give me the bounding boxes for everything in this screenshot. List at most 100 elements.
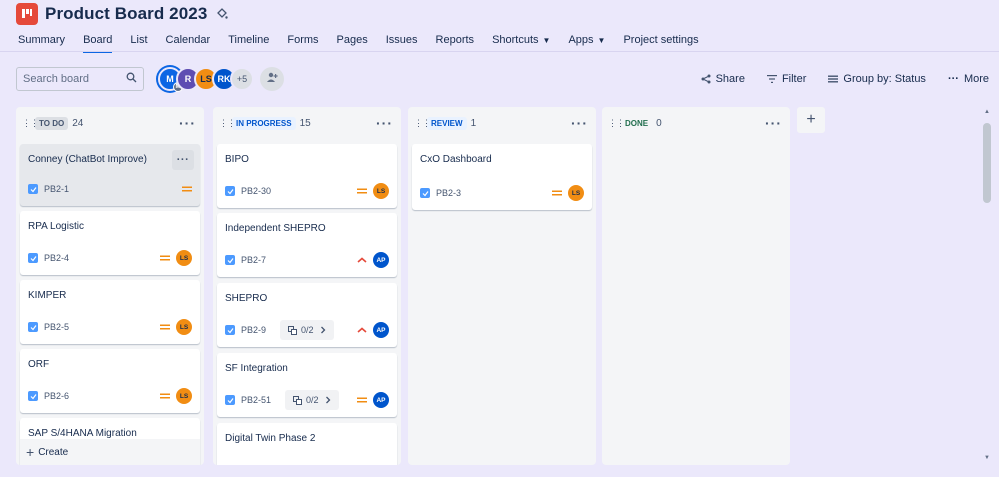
chevron-down-icon: ▼ — [542, 35, 551, 45]
status-lozenge: IN PROGRESS — [232, 116, 296, 130]
issue-card[interactable]: CxO Dashboard PB2-3 LS — [412, 144, 592, 210]
task-type-icon — [225, 325, 235, 335]
issue-key[interactable]: PB2-51 — [241, 395, 271, 405]
issue-key[interactable]: PB2-6 — [44, 391, 69, 401]
member-avatars: MM R LS RK +5 — [158, 67, 284, 92]
issue-key[interactable]: PB2-4 — [44, 253, 69, 263]
column-review: ⋮⋮ REVIEW 1 ··· CxO Dashboard PB2-3 LS — [408, 107, 596, 465]
issue-card[interactable]: Digital Twin Phase 2 — [217, 423, 397, 465]
drag-handle-icon[interactable]: ⋮⋮ — [414, 119, 431, 128]
column-actions-icon[interactable]: ··· — [571, 116, 588, 130]
vertical-scrollbar[interactable]: ▲ ▼ — [981, 107, 993, 463]
drag-handle-icon[interactable]: ⋮⋮ — [219, 119, 236, 128]
paint-bucket-icon[interactable] — [216, 8, 229, 20]
assignee-avatar[interactable]: LS — [373, 183, 389, 199]
plus-icon: + — [26, 444, 35, 460]
issue-key[interactable]: PB2-30 — [241, 186, 271, 196]
issue-key[interactable]: PB2-3 — [436, 188, 461, 198]
add-column-button[interactable]: + — [797, 107, 825, 133]
issue-key[interactable]: PB2-5 — [44, 322, 69, 332]
ellipsis-icon: ··· — [947, 73, 959, 85]
assignee-avatar[interactable]: AP — [373, 252, 389, 268]
plus-icon: + — [806, 111, 816, 128]
issue-key[interactable]: PB2-1 — [44, 184, 69, 194]
priority-medium-icon — [357, 187, 367, 195]
tab-issues[interactable]: Issues — [386, 30, 418, 50]
column-in-progress: ⋮⋮ IN PROGRESS 15 ··· BIPO PB2-30 LS Ind… — [213, 107, 401, 465]
priority-high-icon — [357, 326, 367, 334]
more-members-avatar[interactable]: +5 — [230, 67, 254, 91]
priority-medium-icon — [357, 396, 367, 404]
status-lozenge: DONE — [621, 116, 653, 130]
tab-board[interactable]: Board — [83, 30, 113, 53]
tab-summary[interactable]: Summary — [18, 30, 65, 50]
issue-card[interactable]: KIMPER PB2-5 LS — [20, 280, 200, 344]
header-divider — [0, 51, 999, 52]
tab-project-settings[interactable]: Project settings — [623, 30, 698, 50]
search-icon — [126, 70, 137, 88]
task-type-icon — [28, 184, 38, 194]
issue-count: 15 — [299, 117, 311, 129]
tab-shortcuts[interactable]: Shortcuts ▼ — [492, 30, 550, 50]
drag-handle-icon[interactable]: ⋮⋮ — [22, 119, 39, 128]
card-actions-button[interactable]: ··· — [172, 150, 194, 170]
scroll-up-arrow-icon[interactable]: ▲ — [981, 107, 993, 117]
tab-pages[interactable]: Pages — [337, 30, 368, 50]
search-input[interactable] — [23, 73, 126, 85]
chevron-down-icon: ▼ — [597, 35, 606, 45]
tab-list[interactable]: List — [130, 30, 147, 50]
task-type-icon — [28, 322, 38, 332]
priority-medium-icon — [160, 323, 170, 331]
assignee-avatar[interactable]: AP — [373, 322, 389, 338]
issue-card[interactable]: SF Integration PB2-51 0/2 AP — [217, 353, 397, 417]
tab-forms[interactable]: Forms — [287, 30, 318, 50]
board-toolbar: Share Filter Group by: Status ··· More — [679, 69, 989, 89]
add-people-button[interactable] — [260, 67, 284, 91]
issue-key[interactable]: PB2-9 — [241, 325, 266, 335]
issue-card[interactable]: ORF PB2-6 LS — [20, 349, 200, 413]
scroll-thumb[interactable] — [983, 123, 991, 203]
column-todo: ⋮⋮ TO DO 24 ··· Conney (ChatBot Improve)… — [16, 107, 204, 465]
filter-button[interactable]: Filter — [766, 73, 806, 85]
tab-reports[interactable]: Reports — [436, 30, 475, 50]
project-tabs: Summary Board List Calendar Timeline For… — [18, 30, 717, 53]
status-lozenge: REVIEW — [427, 116, 467, 130]
subtasks-button[interactable]: 0/2 — [285, 390, 339, 410]
tab-calendar[interactable]: Calendar — [166, 30, 211, 50]
assignee-avatar[interactable]: LS — [176, 319, 192, 335]
column-header: ⋮⋮ IN PROGRESS 15 ··· — [219, 115, 393, 131]
tab-timeline[interactable]: Timeline — [228, 30, 269, 50]
create-issue-button[interactable]: + Create — [20, 439, 200, 465]
add-person-icon — [266, 70, 278, 88]
issue-card[interactable]: SHEPRO PB2-9 0/2 AP — [217, 283, 397, 347]
assignee-avatar[interactable]: LS — [176, 250, 192, 266]
task-type-icon — [225, 255, 235, 265]
project-header: Product Board 2023 — [16, 2, 229, 26]
subtasks-button[interactable]: 0/2 — [280, 320, 334, 340]
column-header: ⋮⋮ DONE 0 ··· — [608, 115, 782, 131]
column-actions-icon[interactable]: ··· — [179, 116, 196, 130]
subtask-icon — [293, 395, 303, 405]
chevron-right-icon — [325, 396, 330, 404]
assignee-avatar[interactable]: AP — [373, 392, 389, 408]
chevron-right-icon — [320, 326, 325, 334]
issue-key[interactable]: PB2-7 — [241, 255, 266, 265]
search-board[interactable] — [16, 67, 144, 91]
subtask-icon — [288, 325, 298, 335]
assignee-avatar[interactable]: LS — [176, 388, 192, 404]
more-button[interactable]: ··· More — [948, 73, 989, 85]
column-actions-icon[interactable]: ··· — [765, 116, 782, 130]
issue-card[interactable]: RPA Logistic PB2-4 LS — [20, 211, 200, 275]
group-by-button[interactable]: Group by: Status — [828, 73, 926, 85]
tab-apps[interactable]: Apps ▼ — [568, 30, 605, 50]
project-logo-icon[interactable] — [16, 3, 38, 25]
assignee-avatar[interactable]: LS — [568, 185, 584, 201]
priority-medium-icon — [552, 189, 562, 197]
issue-card[interactable]: Conney (ChatBot Improve) ··· PB2-1 — [20, 144, 200, 206]
issue-card[interactable]: Independent SHEPRO PB2-7 AP — [217, 213, 397, 277]
share-button[interactable]: Share — [701, 73, 745, 85]
column-actions-icon[interactable]: ··· — [376, 116, 393, 130]
scroll-down-arrow-icon[interactable]: ▼ — [981, 453, 993, 463]
issue-card[interactable]: BIPO PB2-30 LS — [217, 144, 397, 208]
drag-handle-icon[interactable]: ⋮⋮ — [608, 119, 625, 128]
